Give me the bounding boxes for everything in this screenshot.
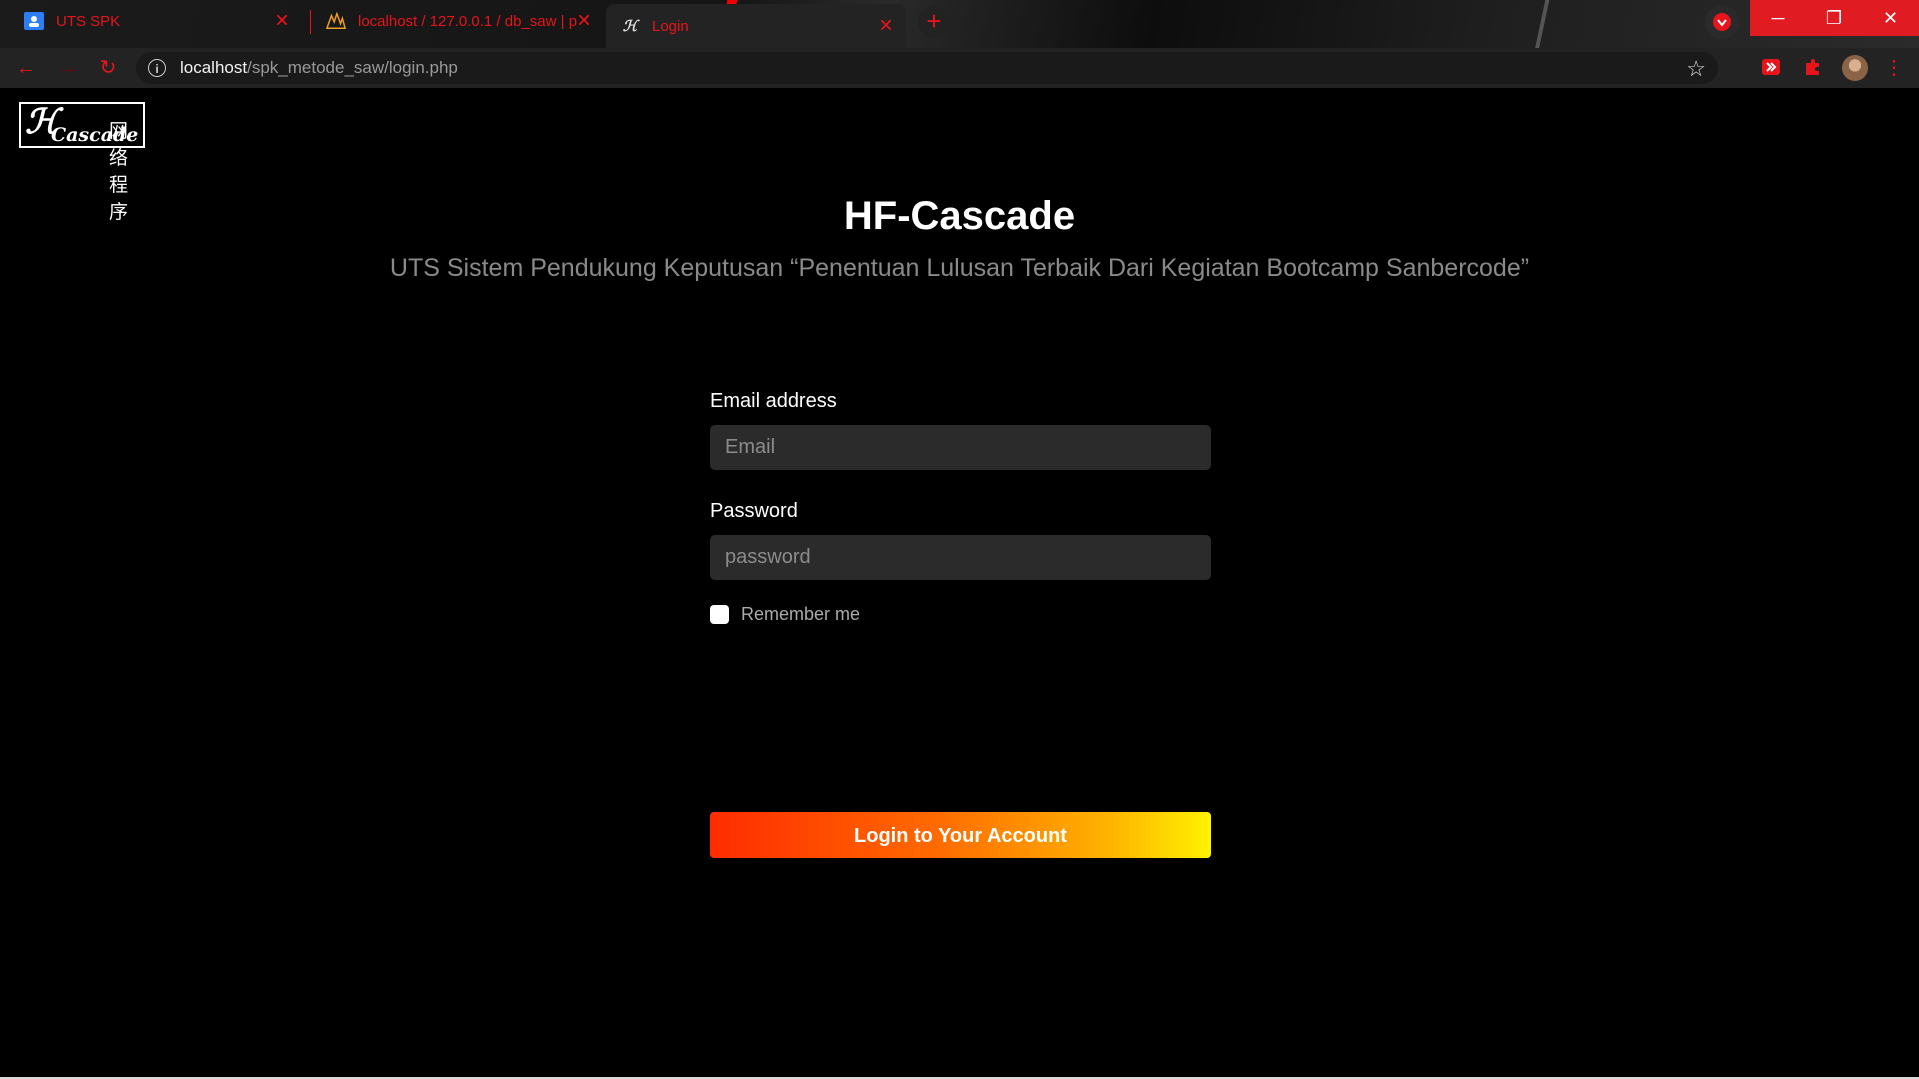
back-arrow-icon[interactable]: ← [12, 54, 40, 82]
remember-me-checkbox[interactable] [710, 605, 729, 624]
tab-separator [310, 10, 311, 34]
tab-phpmyadmin[interactable]: localhost / 127.0.0.1 / db_saw | p ✕ [312, 0, 604, 42]
bookmark-star-icon[interactable]: ☆ [1686, 56, 1706, 82]
browser-toolbar: ← → ↻ i localhost/spk_metode_saw/login.p… [0, 48, 1919, 89]
browser-menu-icon[interactable]: ⋮ [1880, 54, 1908, 82]
login-form: Email address Password Remember me [710, 390, 1211, 625]
close-tab-icon[interactable]: ✕ [272, 11, 292, 32]
site-logo[interactable]: ℋ Cascade 网络程序 [19, 102, 145, 223]
phpmyadmin-icon [326, 11, 346, 31]
url-text[interactable]: localhost/spk_metode_saw/login.php [180, 58, 458, 78]
close-window-button[interactable]: ✕ [1862, 0, 1919, 36]
site-info-icon[interactable]: i [148, 59, 166, 77]
email-field[interactable] [710, 425, 1211, 470]
background-streak [1532, 0, 1552, 48]
password-field[interactable] [710, 535, 1211, 580]
page-subtitle: UTS Sistem Pendukung Keputusan “Penentua… [389, 254, 1530, 282]
page-title: HF-Cascade [843, 194, 1076, 238]
tab-login[interactable]: ℋ Login ✕ [606, 4, 906, 48]
close-tab-icon[interactable]: ✕ [876, 16, 896, 37]
hf-cascade-icon: ℋ [622, 17, 638, 35]
browser-tab-strip: UTS SPK ✕ localhost / 127.0.0.1 / db_saw… [0, 0, 1919, 48]
reload-icon[interactable]: ↻ [94, 54, 122, 82]
avatar[interactable] [1842, 55, 1868, 81]
restore-button[interactable]: ❐ [1806, 0, 1862, 36]
minimize-button[interactable]: ─ [1750, 0, 1806, 36]
tab-title: UTS SPK [56, 12, 121, 30]
tab-title: localhost / 127.0.0.1 / db_saw | p [358, 12, 578, 30]
login-button[interactable]: Login to Your Account [710, 812, 1211, 858]
new-tab-button[interactable]: + [918, 6, 950, 38]
password-label: Password [710, 500, 798, 522]
tab-uts-spk[interactable]: UTS SPK ✕ [10, 0, 302, 42]
forward-arrow-icon[interactable]: → [54, 54, 82, 82]
email-label: Email address [710, 390, 837, 412]
address-bar[interactable]: i localhost/spk_metode_saw/login.php ☆ [136, 52, 1718, 84]
google-classroom-icon [24, 11, 44, 31]
extension-badge-icon[interactable] [1705, 5, 1739, 39]
close-tab-icon[interactable]: ✕ [574, 11, 594, 32]
remember-me-label: Remember me [741, 604, 861, 624]
tab-title: Login [652, 17, 689, 35]
extension-icon[interactable] [1761, 57, 1783, 79]
extensions-puzzle-icon[interactable] [1803, 57, 1825, 79]
remember-me-row: Remember me [710, 604, 1211, 625]
